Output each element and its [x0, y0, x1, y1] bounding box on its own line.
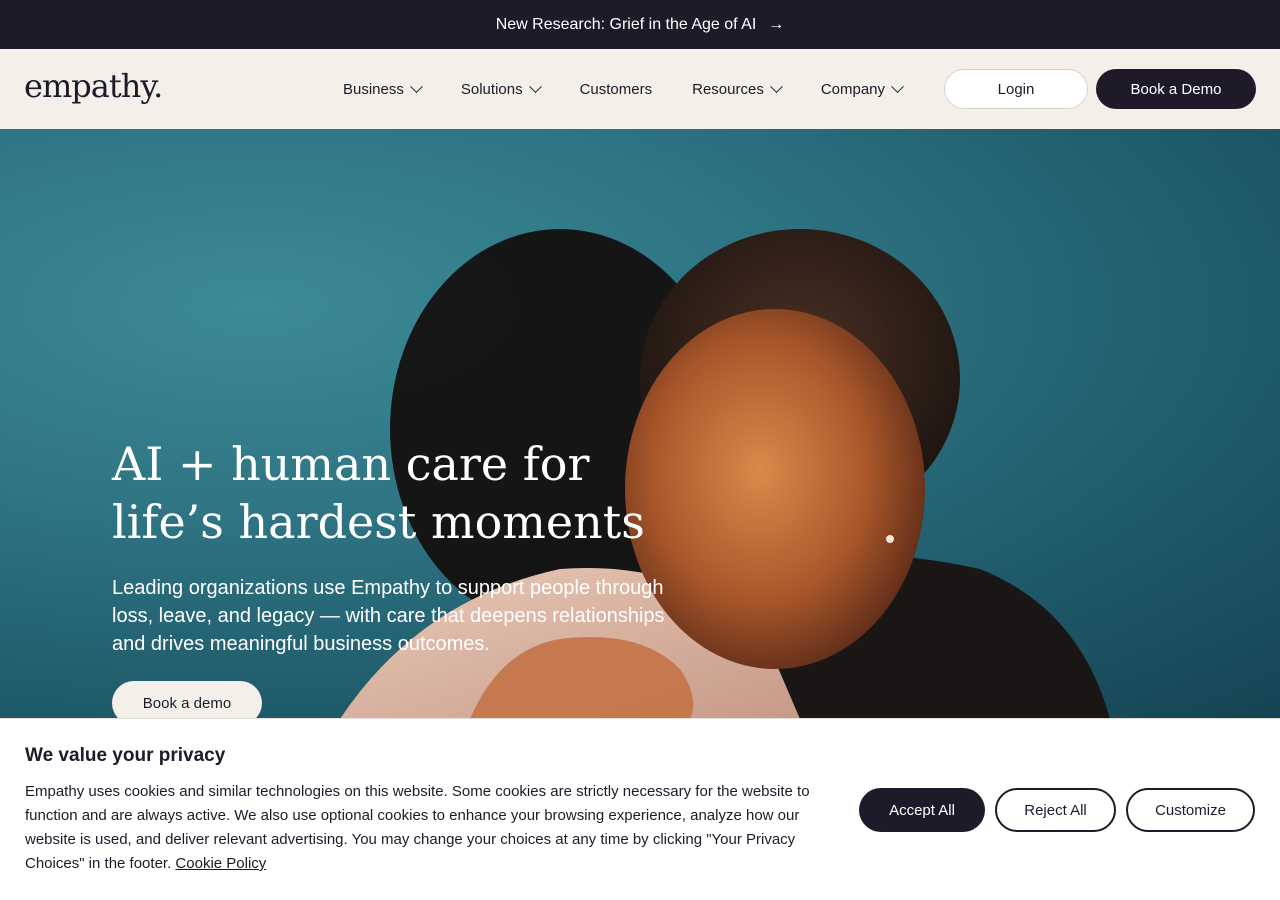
chevron-down-icon	[528, 79, 542, 93]
nav-item-label: Business	[343, 80, 404, 98]
hero-section: AI + human care for life’s hardest momen…	[0, 129, 1280, 719]
login-button[interactable]: Login	[944, 69, 1088, 109]
cookie-policy-link[interactable]: Cookie Policy	[175, 855, 266, 872]
nav-item-label: Customers	[579, 80, 653, 98]
nav-item-solutions[interactable]: Solutions	[460, 79, 542, 98]
cookie-banner: We value your privacy Empathy uses cooki…	[0, 718, 1280, 900]
hero-book-demo-button[interactable]: Book a demo	[112, 681, 262, 719]
nav-item-label: Company	[820, 80, 886, 98]
nav-item-customers[interactable]: Customers	[580, 81, 653, 98]
customize-button[interactable]: Customize	[1126, 788, 1255, 832]
cookie-text: Empathy uses cookies and similar technol…	[25, 780, 825, 876]
hero-title-line: AI + human care for	[112, 437, 590, 491]
chevron-down-icon	[410, 79, 423, 93]
accept-all-button[interactable]: Accept All	[859, 788, 985, 832]
cookie-title: We value your privacy	[25, 745, 226, 766]
nav-item-business[interactable]: Business	[343, 79, 423, 98]
nav-menu: Business Solutions Customers Resources C…	[343, 49, 942, 129]
logo[interactable]: empathy.	[24, 67, 163, 105]
chevron-down-icon	[891, 79, 904, 93]
nav-item-label: Resources	[692, 80, 764, 98]
announcement-bar[interactable]: New Research: Grief in the Age of AI →	[0, 0, 1280, 49]
announcement-text: New Research: Grief in the Age of AI	[495, 15, 757, 33]
arrow-right-icon: →	[768, 15, 785, 33]
cookie-body: Empathy uses cookies and similar technol…	[25, 783, 810, 872]
main-nav: empathy. Business Solutions Customers Re…	[0, 49, 1280, 129]
nav-item-label: Solutions	[460, 80, 523, 98]
book-demo-button[interactable]: Book a Demo	[1096, 69, 1256, 109]
reject-all-button[interactable]: Reject All	[995, 788, 1116, 832]
hero-subtitle: Leading organizations use Empathy to sup…	[112, 577, 665, 655]
chevron-down-icon	[769, 79, 783, 93]
hero-title-line: life’s hardest moments	[112, 495, 645, 549]
hero-title: AI + human care for life’s hardest momen…	[112, 435, 732, 551]
nav-item-company[interactable]: Company	[820, 79, 904, 98]
nav-item-resources[interactable]: Resources	[692, 79, 783, 98]
